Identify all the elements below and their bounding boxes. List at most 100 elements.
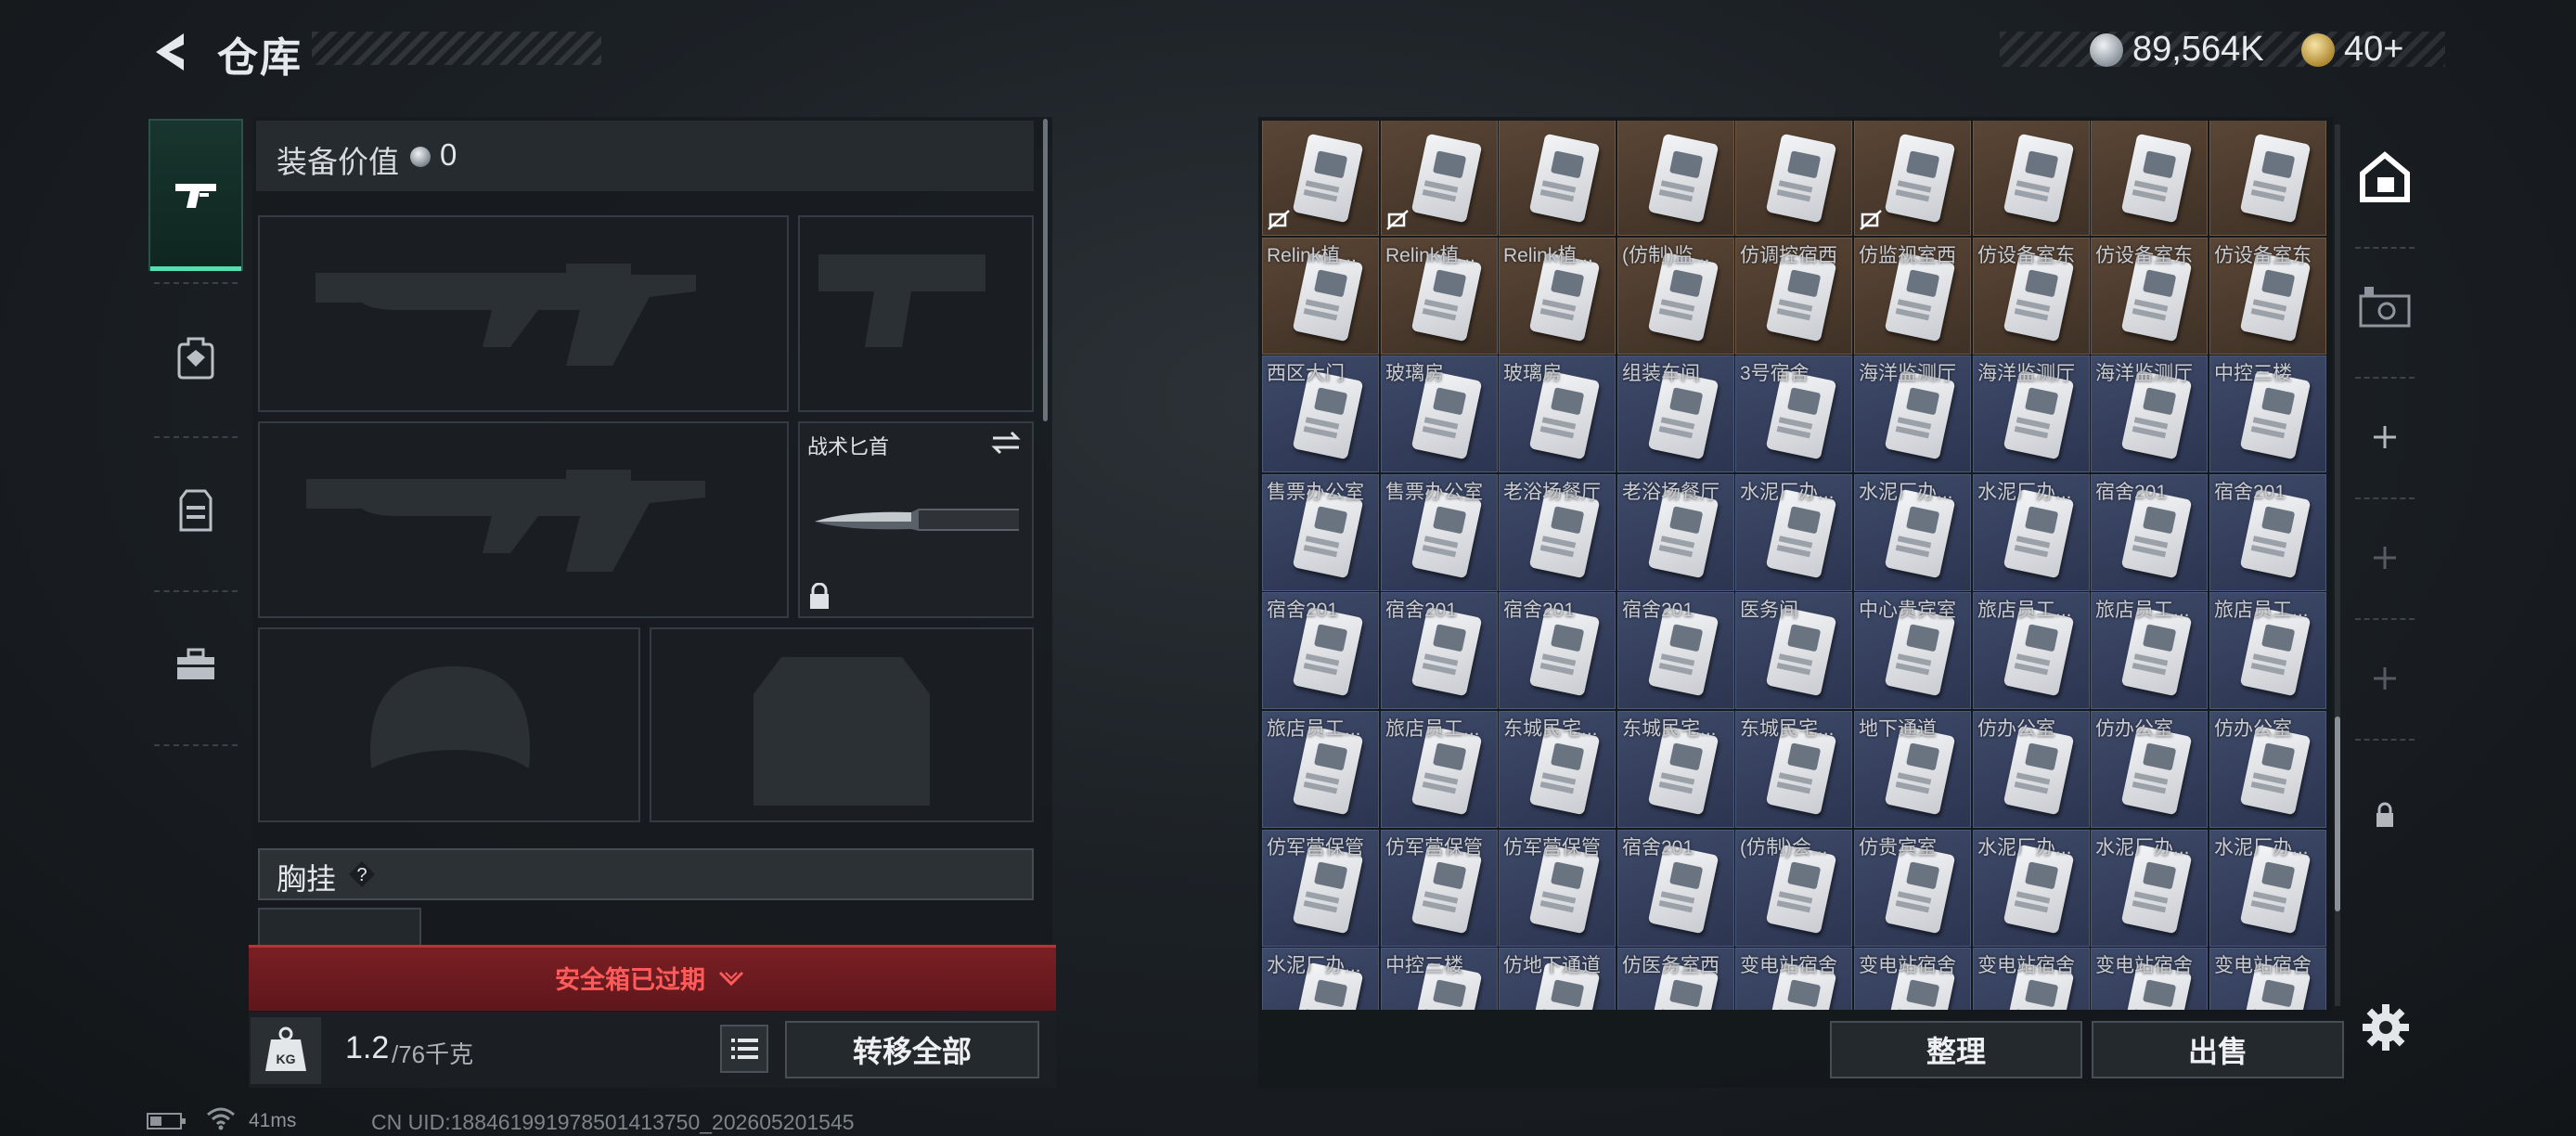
- stash-item-cell[interactable]: 变电站宿舍: [2091, 948, 2208, 1010]
- stash-item-cell[interactable]: 东城民宅...: [1617, 711, 1734, 828]
- stash-item-cell[interactable]: 旅店员工...: [2091, 592, 2208, 709]
- stash-item-cell[interactable]: 水泥厂办...: [1973, 474, 2090, 591]
- sell-button[interactable]: 出售: [2092, 1021, 2344, 1078]
- lock-icon[interactable]: [2374, 802, 2396, 830]
- stash-item-cell[interactable]: 变电站宿舍: [1854, 948, 1971, 1010]
- equipment-scrollbar[interactable]: [1043, 119, 1048, 421]
- stash-scroll-thumb[interactable]: [2335, 716, 2340, 911]
- stash-item-cell[interactable]: 老浴场餐厅: [1617, 474, 1734, 591]
- stash-item-cell[interactable]: (仿制)会...: [1735, 830, 1852, 947]
- back-icon[interactable]: [147, 28, 193, 76]
- stash-item-cell[interactable]: (仿制)监...: [1617, 238, 1734, 355]
- rail-add-1[interactable]: [2342, 377, 2428, 497]
- rail-house[interactable]: [2342, 117, 2428, 238]
- tab-vest[interactable]: [148, 434, 243, 587]
- stash-item-cell[interactable]: [1499, 121, 1616, 236]
- primary-weapon-slot[interactable]: [258, 215, 789, 412]
- stash-item-cell[interactable]: 中控三楼: [1381, 948, 1498, 1010]
- stash-item-cell[interactable]: 售票办公室: [1262, 474, 1379, 591]
- stash-item-cell[interactable]: [1973, 121, 2090, 236]
- stash-item-cell[interactable]: 海洋监测厅: [2091, 355, 2208, 472]
- stash-item-cell[interactable]: 中心贵宾室: [1854, 592, 1971, 709]
- stash-item-cell[interactable]: 东城民宅...: [1735, 711, 1852, 828]
- stash-item-cell[interactable]: 宿舍201: [1381, 592, 1498, 709]
- stash-item-cell[interactable]: 仿办公室: [2209, 711, 2326, 828]
- stash-item-cell[interactable]: 水泥厂办...: [1854, 474, 1971, 591]
- stash-item-cell[interactable]: 组装车间: [1617, 355, 1734, 472]
- stash-item-cell[interactable]: 海洋监测厅: [1973, 355, 2090, 472]
- stash-item-cell[interactable]: 旅店员工...: [1262, 711, 1379, 828]
- chest-rig-slot[interactable]: [258, 908, 421, 949]
- stash-item-cell[interactable]: 宿舍201: [2209, 474, 2326, 591]
- helmet-slot[interactable]: [258, 627, 640, 822]
- stash-item-cell[interactable]: 东城民宅...: [1499, 711, 1616, 828]
- stash-item-cell[interactable]: Relink植...: [1381, 238, 1498, 355]
- help-icon[interactable]: ?: [347, 859, 377, 889]
- stash-item-cell[interactable]: 旅店员工...: [1381, 711, 1498, 828]
- rail-add-2[interactable]: [2342, 497, 2428, 618]
- stash-item-cell[interactable]: 仿设备室东: [2091, 238, 2208, 355]
- list-view-button[interactable]: [720, 1025, 768, 1073]
- stash-item-cell[interactable]: 玻璃房: [1381, 355, 1498, 472]
- stash-item-cell[interactable]: 仿军营保管: [1381, 830, 1498, 947]
- stash-item-cell[interactable]: 仿地下通道: [1499, 948, 1616, 1010]
- gear-icon[interactable]: [2361, 1002, 2411, 1052]
- stash-item-cell[interactable]: 西区大门: [1262, 355, 1379, 472]
- stash-item-cell[interactable]: 售票办公室: [1381, 474, 1498, 591]
- stash-item-cell[interactable]: [2209, 121, 2326, 236]
- stash-item-cell[interactable]: 宿舍201: [2091, 474, 2208, 591]
- stash-item-cell[interactable]: 仿军营保管: [1262, 830, 1379, 947]
- stash-item-cell[interactable]: 玻璃房: [1499, 355, 1616, 472]
- stash-item-cell[interactable]: 老浴场餐厅: [1499, 474, 1616, 591]
- money-amount[interactable]: 89,564K: [2132, 30, 2264, 70]
- stash-item-cell[interactable]: 水泥厂办...: [2091, 830, 2208, 947]
- stash-item-cell[interactable]: 水泥厂办...: [1262, 948, 1379, 1010]
- stash-item-cell[interactable]: 仿调控宿西: [1735, 238, 1852, 355]
- stash-item-cell[interactable]: 变电站宿舍: [1973, 948, 2090, 1010]
- stash-item-cell[interactable]: 水泥厂办...: [1973, 830, 2090, 947]
- stash-item-cell[interactable]: [1381, 121, 1498, 236]
- chevron-down-icon[interactable]: [716, 969, 746, 989]
- rail-add-3[interactable]: [2342, 618, 2428, 739]
- swap-icon[interactable]: [989, 429, 1023, 457]
- secondary-weapon-slot[interactable]: [258, 421, 789, 618]
- stash-item-cell[interactable]: 仿贵宾室: [1854, 830, 1971, 947]
- stash-item-cell[interactable]: 仿办公室: [2091, 711, 2208, 828]
- stash-item-cell[interactable]: Relink植...: [1262, 238, 1379, 355]
- tab-toolbox[interactable]: [148, 588, 243, 741]
- stash-item-cell[interactable]: 宿舍201: [1262, 592, 1379, 709]
- stash-item-cell[interactable]: 地下通道: [1854, 711, 1971, 828]
- stash-item-cell[interactable]: 宿舍201: [1617, 592, 1734, 709]
- stash-item-cell[interactable]: 仿设备室东: [1973, 238, 2090, 355]
- stash-item-cell[interactable]: 水泥厂办...: [2209, 830, 2326, 947]
- armor-slot[interactable]: [650, 627, 1034, 822]
- stash-grid[interactable]: Relink植... Relink植... Relink植... (仿制)监... 仿调…: [1262, 121, 2327, 1010]
- stash-item-cell[interactable]: 宿舍201: [1617, 830, 1734, 947]
- tab-weapons[interactable]: [148, 119, 243, 271]
- stash-item-cell[interactable]: 中控三楼: [2209, 355, 2326, 472]
- gold-amount[interactable]: 40+: [2344, 30, 2403, 70]
- stash-item-cell[interactable]: 水泥厂办...: [1735, 474, 1852, 591]
- stash-item-cell[interactable]: 仿办公室: [1973, 711, 2090, 828]
- stash-item-cell[interactable]: 仿监视室西: [1854, 238, 1971, 355]
- stash-item-cell[interactable]: 仿军营保管: [1499, 830, 1616, 947]
- transfer-all-button[interactable]: 转移全部: [785, 1021, 1039, 1078]
- stash-item-cell[interactable]: 仿设备室东: [2209, 238, 2326, 355]
- stash-item-cell[interactable]: 变电站宿舍: [1735, 948, 1852, 1010]
- stash-item-cell[interactable]: [1262, 121, 1379, 236]
- tab-backpack[interactable]: [148, 280, 243, 432]
- stash-item-cell[interactable]: [1735, 121, 1852, 236]
- stash-item-cell[interactable]: 旅店员工...: [2209, 592, 2326, 709]
- stash-item-cell[interactable]: 海洋监测厅: [1854, 355, 1971, 472]
- stash-item-cell[interactable]: 3号宿舍: [1735, 355, 1852, 472]
- stash-item-cell[interactable]: 仿医务室西: [1617, 948, 1734, 1010]
- stash-item-cell[interactable]: 旅店员工...: [1973, 592, 2090, 709]
- stash-item-cell[interactable]: 医务间: [1735, 592, 1852, 709]
- stash-item-cell[interactable]: 宿舍201: [1499, 592, 1616, 709]
- sort-button[interactable]: 整理: [1830, 1021, 2082, 1078]
- stash-item-cell[interactable]: [2091, 121, 2208, 236]
- stash-item-cell[interactable]: [1617, 121, 1734, 236]
- rail-card-reader[interactable]: [2342, 247, 2428, 368]
- melee-slot[interactable]: 战术匕首: [798, 421, 1034, 618]
- stash-item-cell[interactable]: 变电站宿舍: [2209, 948, 2326, 1010]
